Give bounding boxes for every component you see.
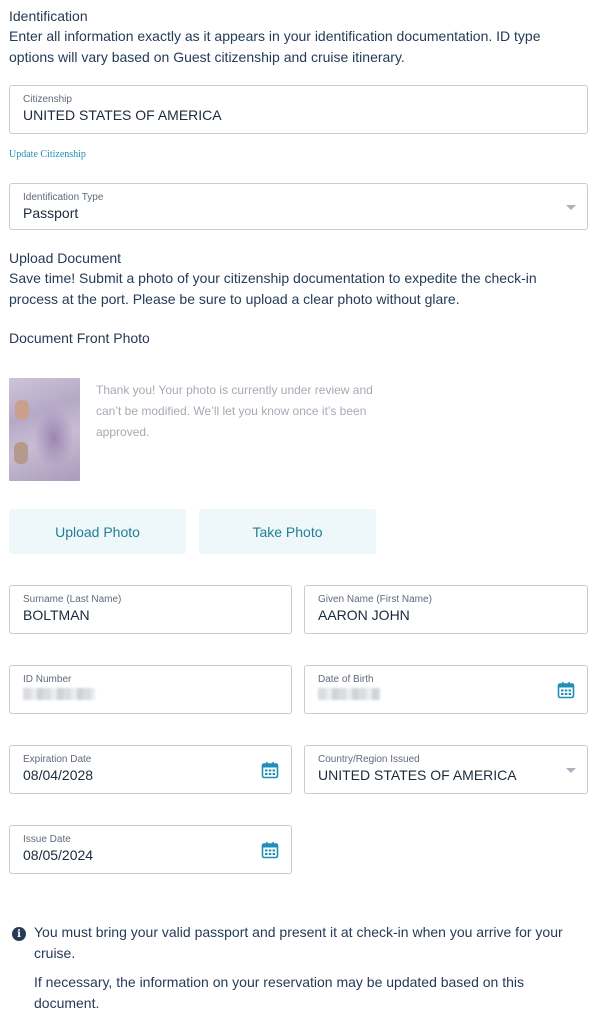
id-number-input[interactable]: ID Number xyxy=(9,665,292,714)
photo-review-message: Thank you! Your photo is currently under… xyxy=(96,383,373,439)
id-number-label: ID Number xyxy=(23,674,72,685)
citizenship-value: UNITED STATES OF AMERICA xyxy=(23,107,222,123)
redacted-date-of-birth xyxy=(318,688,380,700)
identification-type-value: Passport xyxy=(23,205,79,221)
section-title-identification: Identification xyxy=(9,8,88,24)
calendar-icon[interactable] xyxy=(261,761,279,779)
issue-date-label: Issue Date xyxy=(23,834,71,845)
surname-input[interactable]: Surname (Last Name) BOLTMAN xyxy=(9,585,292,634)
chevron-down-icon xyxy=(566,767,576,773)
issue-date-input[interactable]: Issue Date 08/05/2024 xyxy=(9,825,292,874)
notice-passport: You must bring your valid passport and p… xyxy=(34,924,563,961)
identification-type-label: Identification Type xyxy=(23,192,104,203)
country-issued-select[interactable]: Country/Region Issued UNITED STATES OF A… xyxy=(304,745,588,794)
document-front-label: Document Front Photo xyxy=(9,330,150,346)
citizenship-label: Citizenship xyxy=(23,94,72,105)
country-issued-value: UNITED STATES OF AMERICA xyxy=(318,767,517,783)
given-name-value: AARON JOHN xyxy=(318,607,410,623)
citizenship-field: Citizenship UNITED STATES OF AMERICA xyxy=(9,85,588,134)
issue-date-value: 08/05/2024 xyxy=(23,847,94,863)
take-photo-button[interactable]: Take Photo xyxy=(199,509,376,554)
update-citizenship-link[interactable]: Update Citizenship xyxy=(9,149,86,160)
info-icon: i xyxy=(12,927,26,941)
surname-label: Surname (Last Name) xyxy=(23,594,122,605)
document-front-thumbnail xyxy=(9,378,80,481)
expiration-date-label: Expiration Date xyxy=(23,754,92,765)
given-name-label: Given Name (First Name) xyxy=(318,594,432,605)
country-issued-label: Country/Region Issued xyxy=(318,754,420,765)
date-of-birth-input[interactable]: Date of Birth xyxy=(304,665,588,714)
identification-type-select[interactable]: Identification Type Passport xyxy=(9,183,588,230)
expiration-date-input[interactable]: Expiration Date 08/04/2028 xyxy=(9,745,292,794)
date-of-birth-label: Date of Birth xyxy=(318,674,374,685)
expiration-date-value: 08/04/2028 xyxy=(23,767,94,783)
section-title-upload: Upload Document xyxy=(9,250,122,266)
chevron-down-icon xyxy=(566,204,576,210)
calendar-icon[interactable] xyxy=(557,681,575,699)
redacted-id-number xyxy=(23,688,95,700)
notice-reservation-update: If necessary, the information on your re… xyxy=(34,974,525,1011)
upload-description: Save time! Submit a photo of your citize… xyxy=(9,270,537,307)
identification-description: Enter all information exactly as it appe… xyxy=(9,28,541,65)
given-name-input[interactable]: Given Name (First Name) AARON JOHN xyxy=(304,585,588,634)
upload-photo-button[interactable]: Upload Photo xyxy=(9,509,186,554)
surname-value: BOLTMAN xyxy=(23,607,90,623)
calendar-icon[interactable] xyxy=(261,841,279,859)
